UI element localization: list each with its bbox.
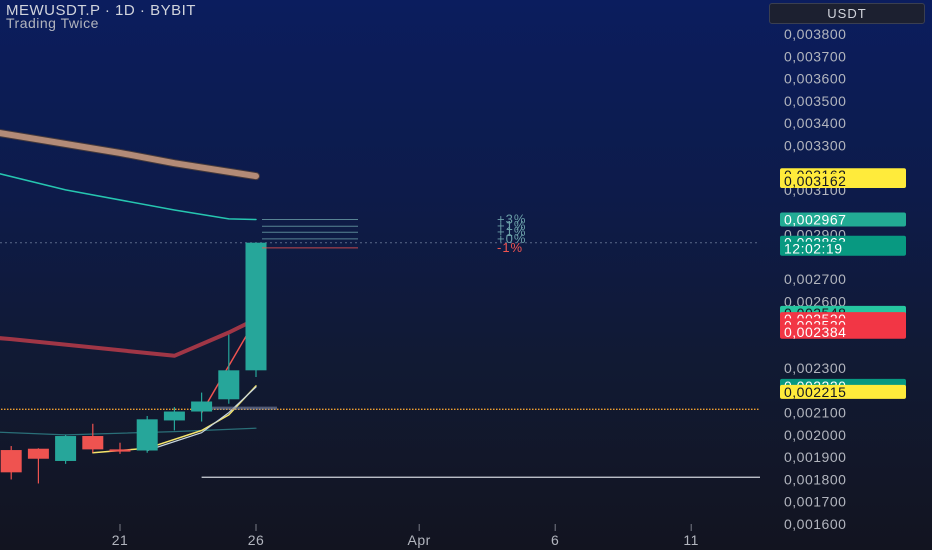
candle-body[interactable] [191, 401, 213, 412]
candle-body[interactable] [163, 411, 185, 421]
y-tick-label: 0,001600 [784, 516, 846, 532]
ma-red [0, 317, 258, 358]
candle-body[interactable] [245, 242, 267, 371]
price-tag-label: 0,002215 [784, 384, 846, 400]
candle-body[interactable] [218, 370, 240, 400]
y-tick-label: 0,003300 [784, 137, 846, 153]
indicator-name[interactable]: Trading Twice [6, 15, 99, 31]
candle-body[interactable] [109, 449, 131, 452]
y-tick-label: 0,003800 [784, 26, 846, 42]
ma-beige-glow [0, 128, 260, 181]
y-tick-label: 0,003500 [784, 93, 846, 109]
x-tick-label: 6 [551, 532, 559, 548]
candle-body[interactable] [55, 436, 77, 461]
y-tick-label: 0,003600 [784, 71, 846, 87]
price-tag-label: 0,003162 [784, 173, 846, 189]
y-tick-label: 0,003400 [784, 115, 846, 131]
candle-body[interactable] [82, 436, 104, 450]
y-tick-label: 0,001900 [784, 449, 846, 465]
y-tick-label: 0,002300 [784, 360, 846, 376]
x-tick-label: 21 [112, 532, 129, 548]
price-tag-label: 12:02:19 [784, 241, 843, 257]
y-tick-label: 0,001700 [784, 494, 846, 510]
y-tick-label: 0,003700 [784, 48, 846, 64]
y-tick-label: 0,001800 [784, 471, 846, 487]
y-tick-label: 0,002100 [784, 405, 846, 421]
currency-button[interactable]: USDT [769, 3, 925, 24]
price-tag-label: 0,002384 [784, 324, 846, 340]
x-tick-label: 26 [248, 532, 265, 548]
candle-body[interactable] [136, 419, 158, 451]
y-tick-label: 0,002000 [784, 427, 846, 443]
x-tick-label: 11 [683, 532, 699, 548]
x-tick-label: Apr [408, 532, 431, 548]
price-tag-label: 0,002967 [784, 212, 846, 228]
price-chart[interactable]: +3%+1%+1%+0%-1%0,0016000,0017000,0018000… [0, 0, 932, 550]
candle-body[interactable] [0, 450, 22, 473]
ma-dark-teal [0, 427, 257, 436]
level-label: -1% [497, 240, 523, 255]
candle-body[interactable] [27, 448, 49, 459]
y-tick-label: 0,002700 [784, 271, 846, 287]
